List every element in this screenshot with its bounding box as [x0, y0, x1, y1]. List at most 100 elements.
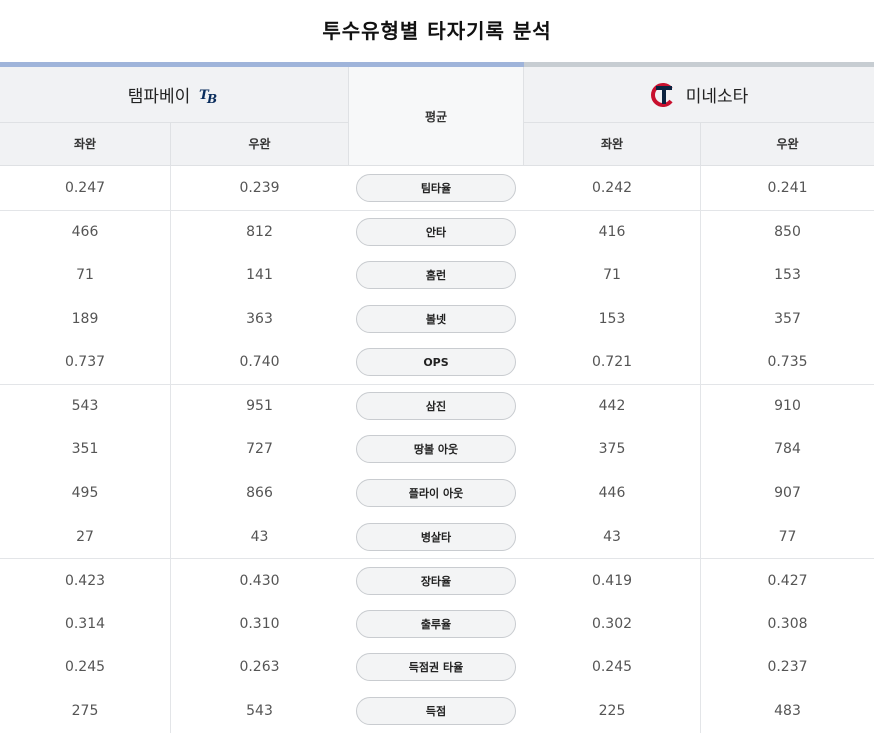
right-team-lefty-value: 0.242	[524, 166, 701, 210]
table-row: 0.245 0.263 득점권 타율 0.245 0.237	[0, 645, 874, 690]
right-team-lefty-value: 375	[524, 427, 701, 472]
right-team-lefty-value: 71	[524, 253, 701, 297]
stat-label-button[interactable]: 땅볼 아웃	[356, 435, 516, 464]
right-team-righty-value: 0.735	[767, 354, 808, 371]
left-team-righty-value: 0.740	[239, 354, 280, 371]
left-team-righty-value: 363	[246, 310, 273, 327]
table-row: 71 141 홈런 71 153	[0, 253, 874, 297]
left-team-righty-value: 0.310	[239, 615, 280, 632]
left-team-righty-value: 43	[250, 528, 269, 545]
stats-table-body: 0.247 0.239 팀타율 0.242 0.241 466 812 안타 416 850 71 1…	[0, 166, 874, 733]
left-team-righty-header: 우완	[248, 137, 271, 151]
stat-label-button[interactable]: 득점권 타율	[356, 653, 516, 682]
stat-label-button[interactable]: 득점	[356, 696, 516, 725]
table-row: 275 543 득점 225 483	[0, 689, 874, 733]
right-team-lefty-value: 0.302	[524, 601, 701, 646]
table-row: 466 812 안타 416 850	[0, 209, 874, 254]
left-team-lefty-value: 466	[0, 210, 171, 254]
table-row: 0.737 0.740 OPS 0.721 0.735	[0, 340, 874, 384]
left-team-lefty-value: 275	[0, 689, 171, 733]
left-team-lefty-value: 0.314	[0, 601, 171, 646]
team-header-right: 미네소타	[524, 67, 874, 123]
right-team-righty-value: 77	[778, 528, 797, 545]
team-name-right: 미네소타	[685, 87, 749, 107]
stat-label-button[interactable]: 출루율	[356, 609, 516, 638]
right-team-righty-value: 0.237	[767, 659, 808, 676]
table-header: 탬파베이 T B 미네소타 평균 좌완 우완 좌완 우완	[0, 62, 874, 166]
right-team-righty-value: 0.241	[767, 179, 808, 196]
right-team-righty-value: 153	[774, 266, 801, 283]
left-team-lefty-header: 좌완	[0, 123, 171, 165]
left-team-lefty-value: 0.423	[0, 559, 171, 602]
table-row: 0.423 0.430 장타율 0.419 0.427	[0, 558, 874, 602]
left-team-righty-value: 812	[246, 223, 273, 240]
page-title: 투수유형별 타자기록 분석	[322, 19, 552, 43]
stat-label-cell: 삼진	[348, 385, 524, 428]
right-team-lefty-header: 좌완	[524, 123, 701, 165]
right-team-lefty-value: 0.245	[524, 645, 701, 690]
stat-label-button[interactable]: 병살타	[356, 522, 516, 551]
stat-label-cell: 출루율	[348, 602, 524, 646]
right-team-lefty-value: 416	[524, 210, 701, 254]
stat-label-cell: 볼넷	[348, 297, 524, 341]
stat-label-button[interactable]: 장타율	[356, 566, 516, 595]
right-team-lefty-value: 0.419	[524, 559, 701, 602]
stat-label-cell: 득점권 타율	[348, 646, 524, 690]
left-team-righty-value: 0.430	[239, 572, 280, 589]
right-team-lefty-value: 43	[524, 514, 701, 559]
left-team-lefty-value: 0.245	[0, 645, 171, 690]
right-team-righty-header: 우완	[776, 137, 799, 151]
team-name-left: 탬파베이	[127, 87, 191, 107]
stat-label-cell: 안타	[348, 211, 524, 254]
right-team-righty-value: 784	[774, 441, 801, 458]
left-team-lefty-value: 0.247	[0, 166, 171, 210]
average-column-header: 평균	[348, 67, 524, 165]
team-header-left: 탬파베이 T B	[0, 67, 348, 123]
stat-label-button[interactable]: OPS	[356, 348, 516, 377]
stat-label-cell: OPS	[348, 340, 524, 384]
rays-tb-logo-icon: T B	[199, 88, 217, 106]
table-row: 351 727 땅볼 아웃 375 784	[0, 427, 874, 472]
left-team-righty-value: 141	[246, 266, 273, 283]
table-row: 0.314 0.310 출루율 0.302 0.308	[0, 601, 874, 646]
right-team-lefty-value: 225	[524, 689, 701, 733]
right-team-righty-value: 850	[774, 223, 801, 240]
twins-tc-logo-icon	[650, 82, 673, 107]
stat-label-cell: 홈런	[348, 253, 524, 297]
right-team-lefty-value: 442	[524, 384, 701, 428]
left-team-lefty-value: 495	[0, 471, 171, 515]
stat-label-cell: 득점	[348, 689, 524, 733]
stat-label-cell: 병살타	[348, 515, 524, 559]
stat-label-cell: 팀타율	[348, 166, 524, 210]
stat-label-button[interactable]: 볼넷	[356, 304, 516, 333]
table-row: 543 951 삼진 442 910	[0, 383, 874, 428]
right-team-righty-value: 910	[774, 398, 801, 415]
svg-text:B: B	[206, 92, 217, 106]
right-team-righty-value: 0.308	[767, 615, 808, 632]
table-row: 495 866 플라이 아웃 446 907	[0, 471, 874, 515]
right-team-righty-value: 357	[774, 310, 801, 327]
stat-label-button[interactable]: 삼진	[356, 392, 516, 421]
right-team-righty-value: 0.427	[767, 572, 808, 589]
left-team-righty-value: 727	[246, 441, 273, 458]
stat-label-button[interactable]: 홈런	[356, 260, 516, 289]
left-team-lefty-value: 71	[0, 253, 171, 297]
table-row: 0.247 0.239 팀타율 0.242 0.241	[0, 166, 874, 210]
left-team-righty-value: 543	[246, 702, 273, 719]
table-row: 189 363 볼넷 153 357	[0, 296, 874, 341]
stat-label-cell: 장타율	[348, 559, 524, 602]
stat-label-button[interactable]: 팀타율	[356, 173, 516, 202]
left-team-righty-value: 0.263	[239, 659, 280, 676]
right-team-lefty-value: 0.721	[524, 340, 701, 384]
left-team-righty-value: 866	[246, 484, 273, 501]
left-team-lefty-value: 543	[0, 384, 171, 428]
left-team-righty-value: 951	[246, 398, 273, 415]
stat-label-cell: 플라이 아웃	[348, 471, 524, 515]
left-team-lefty-value: 189	[0, 296, 171, 341]
right-team-lefty-value: 446	[524, 471, 701, 515]
left-team-lefty-value: 0.737	[0, 340, 171, 384]
stat-label-button[interactable]: 안타	[356, 217, 516, 246]
stat-label-cell: 땅볼 아웃	[348, 428, 524, 472]
stat-label-button[interactable]: 플라이 아웃	[356, 478, 516, 507]
left-team-lefty-value: 351	[0, 427, 171, 472]
